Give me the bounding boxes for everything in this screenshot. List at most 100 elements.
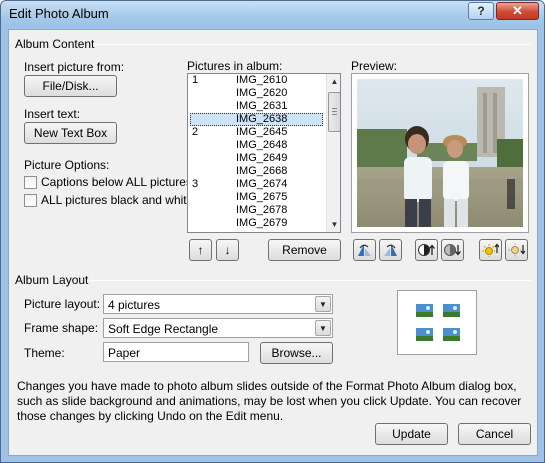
edit-photo-album-dialog: Edit Photo Album ? ✕ Album Content Inser…	[0, 0, 545, 463]
rotate-right-icon	[384, 244, 397, 256]
black-white-checkbox[interactable]	[24, 194, 37, 207]
frame-shape-select[interactable]: Soft Edge Rectangle ▼	[103, 318, 333, 338]
list-item[interactable]: 1 IMG_2610	[188, 74, 324, 87]
arrow-down-icon: ↓	[224, 243, 231, 257]
theme-value: Paper	[108, 346, 141, 360]
list-item[interactable]: 2 IMG_2645	[188, 126, 324, 139]
update-warning-text: Changes you have made to photo album sli…	[17, 379, 522, 423]
layout-preview	[397, 290, 477, 355]
list-item-name: IMG_2631	[236, 100, 288, 112]
list-item[interactable]: IMG_2675	[188, 191, 324, 204]
list-scrollbar[interactable]: ▲ ▼	[326, 74, 340, 232]
chevron-down-icon[interactable]: ▼	[315, 296, 331, 312]
layout-thumb-icon	[443, 304, 460, 317]
layout-thumb-icon	[416, 328, 433, 341]
list-item-name: IMG_2674	[236, 178, 288, 190]
rotate-right-button[interactable]	[379, 239, 402, 261]
chevron-down-icon[interactable]: ▼	[315, 320, 331, 336]
album-layout-group-label: Album Layout	[15, 273, 89, 287]
brightness-down-icon	[508, 243, 525, 257]
preview-photo	[357, 79, 523, 227]
update-button[interactable]: Update	[375, 423, 448, 445]
captions-checkbox-label[interactable]: Captions below ALL pictures	[41, 175, 192, 189]
browse-button[interactable]: Browse...	[260, 342, 333, 364]
scroll-up-arrow-icon[interactable]: ▲	[327, 74, 340, 89]
grip-line	[332, 111, 337, 112]
remove-button[interactable]: Remove	[268, 239, 341, 261]
insert-text-label: Insert text:	[24, 107, 81, 121]
file-disk-button[interactable]: File/Disk...	[24, 75, 117, 97]
list-item[interactable]: IMG_2678	[188, 204, 324, 217]
list-item-name: IMG_2648	[236, 139, 288, 151]
more-brightness-button[interactable]	[479, 239, 502, 261]
grip-line	[332, 108, 337, 109]
dialog-body: Album Content Insert picture from: File/…	[8, 29, 538, 456]
window-title: Edit Photo Album	[9, 6, 109, 21]
remove-button-label: Remove	[282, 243, 327, 257]
black-white-checkbox-label[interactable]: ALL pictures black and white	[41, 193, 193, 207]
arrow-up-icon: ↑	[197, 243, 204, 257]
theme-input[interactable]: Paper	[103, 342, 249, 362]
scroll-down-arrow-icon[interactable]: ▼	[327, 217, 340, 232]
new-text-box-button-label: New Text Box	[33, 126, 108, 140]
list-item-name: IMG_2610	[236, 74, 288, 86]
rotate-left-icon	[358, 244, 371, 256]
pictures-in-album-label: Pictures in album:	[187, 59, 283, 73]
frame-shape-value: Soft Edge Rectangle	[108, 322, 219, 336]
less-contrast-button[interactable]	[441, 239, 464, 261]
list-item[interactable]: IMG_2668	[188, 165, 324, 178]
update-button-label: Update	[392, 427, 431, 441]
preview-label: Preview:	[351, 59, 398, 73]
album-layout-divider	[89, 280, 531, 281]
layout-thumb-icon	[443, 328, 460, 341]
list-item[interactable]: IMG_2648	[188, 139, 324, 152]
picture-layout-value: 4 pictures	[108, 298, 161, 312]
album-content-group-label: Album Content	[15, 37, 95, 51]
list-item[interactable]: IMG_2620	[188, 87, 324, 100]
list-item-name: IMG_2645	[236, 126, 288, 138]
list-item-name: IMG_2668	[236, 165, 288, 177]
list-item-name: IMG_2675	[236, 191, 288, 203]
pictures-listbox[interactable]: 1 IMG_2610 IMG_2620 IMG_2631 IMG_2638 2 IM…	[187, 73, 341, 233]
layout-thumb-icon	[416, 304, 433, 317]
list-item[interactable]: IMG_2631	[188, 100, 324, 113]
album-content-divider	[95, 44, 531, 45]
preview-pane	[351, 73, 529, 233]
cancel-button[interactable]: Cancel	[458, 423, 531, 445]
browse-button-label: Browse...	[271, 346, 322, 360]
contrast-up-icon	[418, 244, 435, 256]
list-item-group: 1	[192, 74, 199, 86]
list-item-name: IMG_2678	[236, 204, 288, 216]
list-item-name: IMG_2679	[236, 217, 288, 229]
list-item[interactable]: IMG_2679	[188, 217, 324, 230]
move-up-button[interactable]: ↑	[189, 239, 212, 261]
picture-layout-select[interactable]: 4 pictures ▼	[103, 294, 333, 314]
move-down-button[interactable]: ↓	[216, 239, 239, 261]
list-item-group: 2	[192, 126, 199, 138]
list-item[interactable]: IMG_2649	[188, 152, 324, 165]
picture-options-label: Picture Options:	[24, 158, 110, 172]
frame-shape-label: Frame shape:	[24, 321, 99, 335]
close-button[interactable]: ✕	[496, 2, 539, 20]
cancel-button-label: Cancel	[475, 427, 514, 441]
list-item-name: IMG_2620	[236, 87, 288, 99]
list-item-name: IMG_2638	[236, 113, 288, 125]
scroll-thumb[interactable]	[328, 92, 340, 132]
rotate-left-button[interactable]	[353, 239, 376, 261]
file-disk-button-label: File/Disk...	[42, 79, 99, 93]
picture-layout-label: Picture layout:	[24, 297, 101, 311]
help-button[interactable]: ?	[468, 2, 494, 20]
less-brightness-button[interactable]	[505, 239, 528, 261]
list-item-group: 3	[192, 178, 199, 190]
captions-checkbox[interactable]	[24, 176, 37, 189]
title-bar[interactable]: Edit Photo Album ? ✕	[1, 1, 544, 27]
brightness-up-icon	[482, 243, 499, 257]
more-contrast-button[interactable]	[415, 239, 438, 261]
list-item-selected[interactable]: IMG_2638	[188, 113, 324, 126]
theme-label: Theme:	[24, 346, 65, 360]
list-item-name: IMG_2649	[236, 152, 288, 164]
list-item[interactable]: 3 IMG_2674	[188, 178, 324, 191]
contrast-down-icon	[444, 244, 461, 256]
insert-picture-label: Insert picture from:	[24, 60, 125, 74]
new-text-box-button[interactable]: New Text Box	[24, 122, 117, 144]
